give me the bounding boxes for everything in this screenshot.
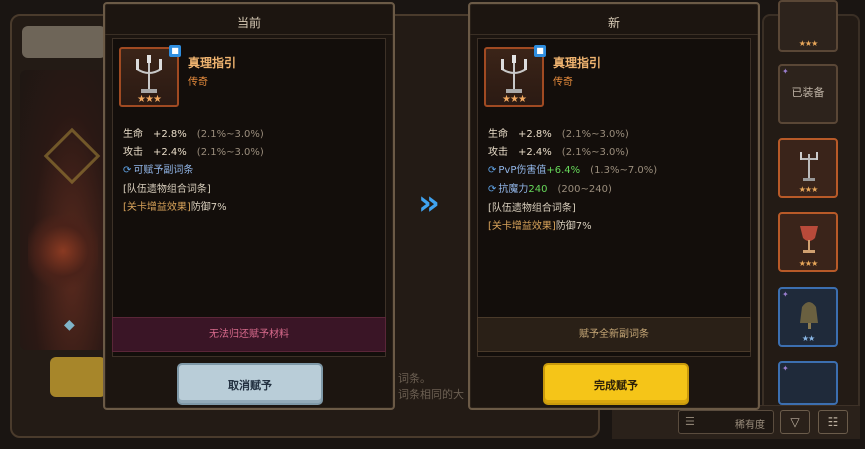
relic-icon: ■ ★★★ (484, 45, 546, 107)
stat-label: 生命 (123, 129, 143, 140)
set-bonus-value: 防御7% (190, 202, 227, 213)
relic-stars: ★★★ (137, 94, 162, 105)
cancel-enchant-button[interactable]: 取消赋予 (177, 363, 323, 405)
stat-line: 攻击 +2.4% (2.1%~3.0%) (488, 143, 629, 158)
relic-type-badge: ■ (534, 45, 546, 57)
filter-icon[interactable]: ☷ (818, 410, 848, 434)
sub-option-hint-text: 可赋予副词条 (133, 165, 194, 176)
new-relic-panel: 新 ■ ★★★ 真理指引 传奇 生命 +2.8% (2.1%~3.0%) 攻击 +2.… (468, 2, 760, 410)
sub-stat-range: (1.3%~7.0%) (590, 165, 658, 176)
background-tab (22, 26, 106, 58)
sub-stat-label: 抗魔力 (498, 184, 529, 195)
sub-option-hint: ⟳ 可赋予副词条 (123, 161, 193, 176)
relic-type-badge: ■ (169, 45, 181, 57)
stat-line: 生命 +2.8% (2.1%~3.0%) (488, 125, 629, 140)
relic-rarity: 传奇 (188, 77, 208, 88)
stat-label: 攻击 (123, 147, 143, 158)
reroll-icon: ⟳ (123, 165, 132, 176)
background-scene (20, 70, 106, 350)
candelabra-icon (800, 152, 818, 181)
gem-icon: ◆ (64, 317, 75, 333)
divider (470, 34, 758, 35)
relic-name: 真理指引 (188, 56, 237, 70)
slot-stars: ★★★ (798, 259, 819, 268)
background-text-area: 词条。 词条相同的大 (396, 360, 468, 406)
pin-icon: ✦ (782, 290, 789, 299)
stat-range: (2.1%~3.0%) (196, 129, 264, 140)
slot-stars: ★★ (801, 334, 815, 343)
stat-range: (2.1%~3.0%) (561, 147, 629, 158)
sub-stat-value: +6.4% (546, 165, 581, 176)
set-bonus: [关卡增益效果]防御7% (488, 217, 592, 232)
set-bonus-value: 防御7% (555, 221, 592, 232)
relic-rarity: 传奇 (553, 77, 573, 88)
rarity-filter[interactable]: ☰ 稀有度 (678, 410, 774, 434)
set-bonus-type: [关卡增益效果] (488, 221, 556, 232)
panel-title: 新 (607, 16, 620, 30)
inventory-slot[interactable]: ★★★ (778, 138, 838, 198)
complete-enchant-button[interactable]: 完成赋予 (543, 363, 689, 405)
inventory-slot[interactable]: ✦ ★★ (778, 287, 838, 347)
relic-details: ■ ★★★ 真理指引 传奇 生命 +2.8% (2.1%~3.0%) 攻击 +2.4%… (112, 38, 386, 357)
arrow-right-icon: » (418, 183, 440, 223)
background-monster (28, 215, 98, 295)
current-relic-panel: 当前 ■ ★★★ 真理指引 传奇 生命 +2.8% (2.1%~3.0%) 攻击 +2… (103, 2, 395, 410)
pin-icon: ✦ (782, 364, 789, 373)
relic-details: ■ ★★★ 真理指引 传奇 生命 +2.8% (2.1%~3.0%) 攻击 +2.4%… (477, 38, 751, 357)
reroll-icon: ⟳ (488, 184, 497, 195)
stat-label: 生命 (488, 129, 508, 140)
sub-stat-label: PvP伤害值 (498, 165, 547, 176)
background-button (50, 357, 106, 397)
sort-icon[interactable]: ▽ (780, 410, 810, 434)
inventory-slot[interactable]: ✦ (778, 361, 838, 405)
panel-title: 当前 (236, 16, 261, 30)
relic-icon: ■ ★★★ (119, 45, 181, 107)
set-header: [队伍遗物组合词条] (123, 184, 211, 195)
rarity-filter-label: 稀有度 (735, 420, 765, 431)
stat-range: (2.1%~3.0%) (196, 147, 264, 158)
relic-stars: ★★★ (502, 94, 527, 105)
stat-line: 生命 +2.8% (2.1%~3.0%) (123, 125, 264, 140)
chalice-icon (800, 226, 818, 253)
set-bonus: [关卡增益效果]防御7% (123, 198, 227, 213)
inventory-slot[interactable]: ★★★ (778, 0, 838, 52)
relic-name: 真理指引 (553, 56, 602, 70)
equipped-label: 已装备 (791, 86, 825, 99)
stat-value: +2.4% (518, 147, 552, 158)
set-header: [队伍遗物组合词条] (488, 203, 576, 214)
info-notice: 赋予全新副词条 (477, 317, 751, 352)
divider (105, 34, 393, 35)
stat-range: (2.1%~3.0%) (561, 129, 629, 140)
inventory-slot[interactable]: ✦ 已装备 (778, 64, 838, 124)
background-text: 词条。 (398, 372, 431, 385)
slot-stars: ★★★ (798, 185, 819, 194)
sub-stat-value: 240 (528, 184, 548, 195)
stat-value: +2.8% (518, 129, 552, 140)
stat-line: 攻击 +2.4% (2.1%~3.0%) (123, 143, 264, 158)
warning-notice: 无法归还赋予材料 (112, 317, 386, 352)
stat-label: 攻击 (488, 147, 508, 158)
background-text: 词条相同的大 (398, 388, 464, 401)
bell-icon (800, 302, 818, 329)
sub-stat-range: (200~240) (557, 184, 612, 195)
inventory-slot[interactable]: ★★★ (778, 212, 838, 272)
reroll-icon: ⟳ (488, 165, 497, 176)
menu-icon: ☰ (685, 415, 695, 428)
candelabra-icon (501, 55, 527, 93)
sub-stat-line: ⟳ 抗魔力240 (200~240) (488, 180, 612, 195)
slot-stars: ★★★ (798, 39, 819, 48)
stat-value: +2.8% (153, 129, 187, 140)
stat-value: +2.4% (153, 147, 187, 158)
set-bonus-type: [关卡增益效果] (123, 202, 191, 213)
sub-stat-line: ⟳ PvP伤害值+6.4% (1.3%~7.0%) (488, 161, 657, 176)
candelabra-icon (136, 55, 162, 93)
pin-icon: ✦ (782, 67, 789, 76)
